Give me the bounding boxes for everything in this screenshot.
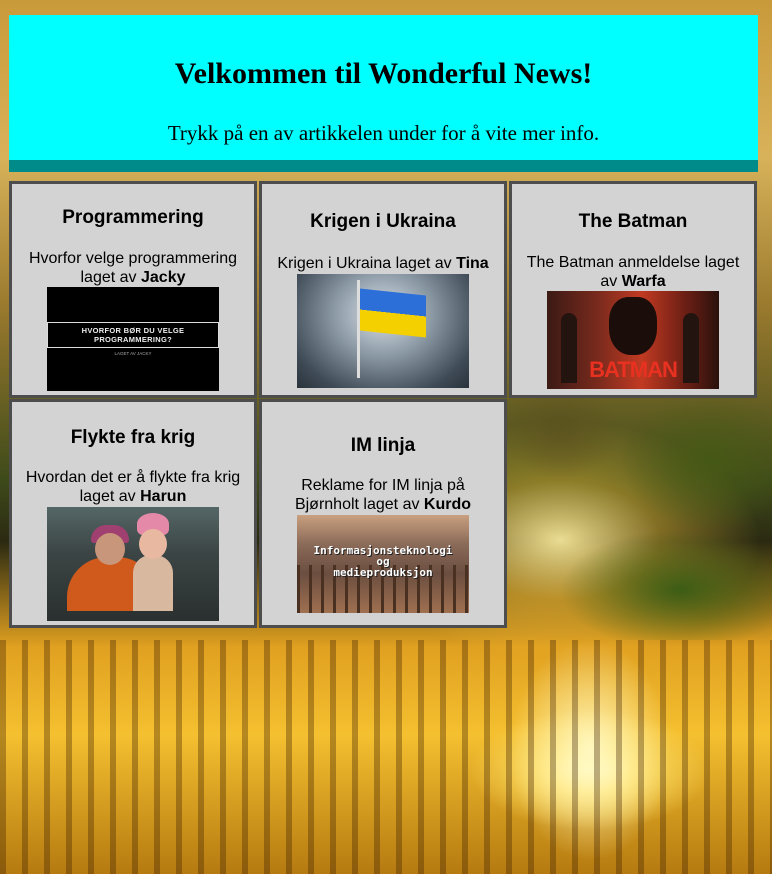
page-subtitle: Trykk på en av artikkelen under for å vi… bbox=[167, 121, 600, 145]
article-thumbnail[interactable]: Informasjonsteknologi og medieproduksjon bbox=[297, 515, 469, 613]
thumbnail-heading: HVORFOR BØR DU VELGE PROGRAMMERING? bbox=[47, 322, 219, 348]
article-card-krigen-i-ukraina[interactable]: Krigen i Ukraina Krigen i Ukraina laget … bbox=[259, 181, 507, 398]
article-thumbnail[interactable] bbox=[47, 507, 219, 621]
card-title: Programmering bbox=[62, 207, 204, 228]
background-water-reflection bbox=[0, 640, 772, 874]
thumbnail-line: medieproduksjon bbox=[333, 566, 433, 579]
card-description-text: Krigen i Ukraina laget av bbox=[277, 255, 452, 272]
thumbnail-subheading: LAGET AV JACKY bbox=[114, 351, 152, 356]
article-thumbnail[interactable] bbox=[297, 274, 469, 388]
article-card-flykte-fra-krig[interactable]: Flykte fra krig Hvordan det er å flykte … bbox=[9, 399, 257, 628]
batman-mask-icon bbox=[609, 297, 657, 355]
card-author: Warfa bbox=[621, 273, 666, 290]
card-description: Hvorfor velge programmering laget av Jac… bbox=[18, 249, 248, 287]
card-description: Reklame for IM linja på Bjørnholt laget … bbox=[268, 476, 498, 514]
card-author: Kurdo bbox=[423, 496, 472, 513]
article-thumbnail[interactable]: HVORFOR BØR DU VELGE PROGRAMMERING? LAGE… bbox=[47, 287, 219, 391]
card-description: Krigen i Ukraina laget av Tina bbox=[268, 254, 498, 273]
card-author: Harun bbox=[140, 488, 187, 505]
page-title: Velkommen til Wonderful News! bbox=[174, 57, 593, 90]
card-author: Tina bbox=[456, 255, 489, 272]
ukraine-flag-icon bbox=[360, 288, 426, 338]
person-shape bbox=[95, 533, 125, 565]
child-head-shape bbox=[139, 529, 167, 559]
article-card-the-batman[interactable]: The Batman The Batman anmeldelse laget a… bbox=[509, 181, 757, 398]
card-title: Flykte fra krig bbox=[70, 427, 196, 448]
article-card-programmering[interactable]: Programmering Hvorfor velge programmerin… bbox=[9, 181, 257, 398]
article-thumbnail[interactable]: BATMAN bbox=[547, 291, 719, 389]
card-title: IM linja bbox=[350, 435, 416, 456]
card-description-text: Hvordan det er å flykte fra krig laget a… bbox=[25, 469, 241, 505]
background-trees bbox=[500, 390, 772, 640]
card-author: Jacky bbox=[141, 269, 186, 286]
thumbnail-title: BATMAN bbox=[589, 357, 678, 382]
card-title: Krigen i Ukraina bbox=[310, 211, 456, 232]
card-description: Hvordan det er å flykte fra krig laget a… bbox=[18, 468, 248, 506]
card-title: The Batman bbox=[578, 211, 688, 232]
child-shape bbox=[133, 555, 173, 611]
site-header: Velkommen til Wonderful News! Trykk på e… bbox=[9, 15, 758, 172]
article-card-im-linja[interactable]: IM linja Reklame for IM linja på Bjørnho… bbox=[259, 399, 507, 628]
card-description: The Batman anmeldelse laget av Warfa bbox=[518, 253, 748, 291]
thumbnail-text: Informasjonsteknologi og medieproduksjon bbox=[297, 545, 469, 578]
card-description-text: Hvorfor velge programmering laget av bbox=[28, 250, 238, 286]
